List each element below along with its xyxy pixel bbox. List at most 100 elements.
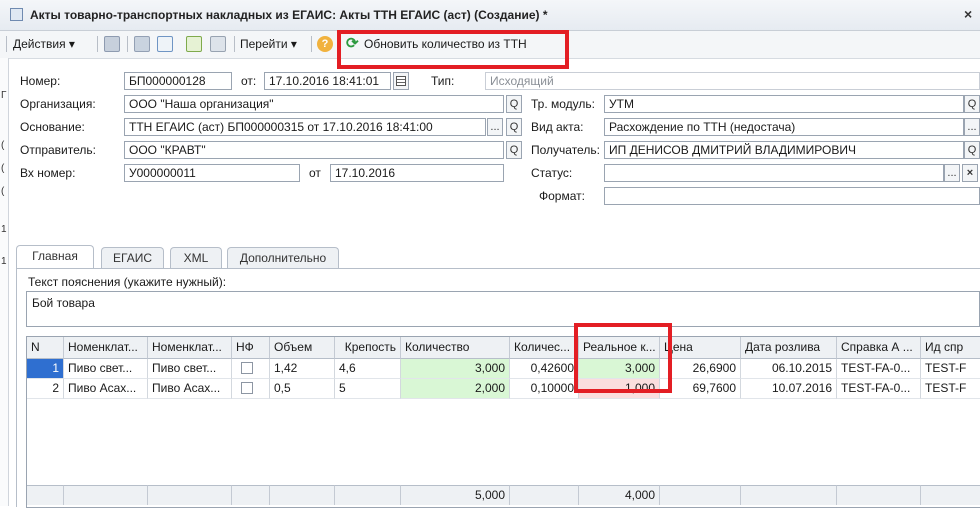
tab-egais[interactable]: ЕГАИС bbox=[101, 247, 164, 269]
tab-additional[interactable]: Дополнительно bbox=[227, 247, 339, 269]
quantity-cell[interactable]: 3,000 bbox=[401, 359, 510, 379]
clear-status-icon[interactable]: × bbox=[962, 164, 978, 182]
format-field[interactable] bbox=[604, 187, 980, 205]
certificate-id-cell[interactable]: TEST-F bbox=[921, 359, 980, 379]
nf-checkbox[interactable] bbox=[241, 362, 253, 374]
sender-label: Отправитель: bbox=[20, 143, 96, 157]
row-number[interactable]: 1 bbox=[27, 359, 64, 379]
quantity2-cell[interactable]: 0,42600 bbox=[510, 359, 579, 379]
column-header[interactable]: Справка А ... bbox=[837, 337, 921, 359]
column-header[interactable]: Цена bbox=[660, 337, 741, 359]
select-status-button[interactable]: ... bbox=[944, 164, 960, 182]
transport-module-field[interactable]: УТМ bbox=[604, 95, 964, 113]
post-icon[interactable] bbox=[134, 36, 150, 52]
column-header[interactable]: N bbox=[27, 337, 64, 359]
table-footer: 5,000 4,000 bbox=[27, 485, 980, 505]
column-header[interactable]: Крепость bbox=[335, 337, 401, 359]
column-header[interactable]: Количес... bbox=[510, 337, 579, 359]
real-quantity-cell[interactable]: 3,000 bbox=[579, 359, 660, 379]
tab-main[interactable]: Главная bbox=[16, 245, 94, 269]
column-header[interactable]: Количество bbox=[401, 337, 510, 359]
certificate-id-cell[interactable]: TEST-F bbox=[921, 379, 980, 399]
strip-char: 1 bbox=[1, 256, 7, 267]
search-icon[interactable]: Q bbox=[964, 141, 980, 159]
search-icon[interactable]: Q bbox=[506, 118, 522, 136]
in-number-label: Вх номер: bbox=[20, 166, 76, 180]
explanation-textarea[interactable]: Бой товара bbox=[26, 291, 980, 327]
nf-checkbox[interactable] bbox=[241, 382, 253, 394]
strength-cell[interactable]: 4,6 bbox=[335, 359, 401, 379]
format-label: Формат: bbox=[539, 189, 585, 203]
nomenclature-cell[interactable]: Пиво Асах... bbox=[64, 379, 148, 399]
bottling-date-cell[interactable]: 06.10.2015 bbox=[741, 359, 837, 379]
column-header[interactable]: Объем bbox=[270, 337, 335, 359]
strip-char: ( bbox=[1, 186, 5, 197]
toolbar-grip bbox=[6, 36, 7, 52]
select-act-type-button[interactable]: ... bbox=[964, 118, 980, 136]
volume-cell[interactable]: 0,5 bbox=[270, 379, 335, 399]
quantity-cell[interactable]: 2,000 bbox=[401, 379, 510, 399]
basis-field[interactable]: ТТН ЕГАИС (аст) БП000000315 от 17.10.201… bbox=[124, 118, 486, 136]
search-icon[interactable]: Q bbox=[964, 95, 980, 113]
column-header[interactable]: Ид спр bbox=[921, 337, 980, 359]
nomenclature-cell[interactable]: Пиво свет... bbox=[64, 359, 148, 379]
strength-cell[interactable]: 5 bbox=[335, 379, 401, 399]
recipient-field[interactable]: ИП ДЕНИСОВ ДМИТРИЙ ВЛАДИМИРОВИЧ bbox=[604, 141, 964, 159]
document-icon bbox=[10, 8, 23, 21]
sender-field[interactable]: ООО "КРАВТ" bbox=[124, 141, 504, 159]
bottling-date-cell[interactable]: 10.07.2016 bbox=[741, 379, 837, 399]
in-number-field[interactable]: У000000011 bbox=[124, 164, 300, 182]
real-quantity-total: 4,000 bbox=[579, 485, 660, 505]
tab-xml[interactable]: XML bbox=[170, 247, 222, 269]
table-row[interactable]: 2 Пиво Асах... Пиво Асах... 0,5 5 2,000 … bbox=[27, 379, 980, 399]
calendar-icon[interactable] bbox=[393, 72, 409, 90]
recipient-label: Получатель: bbox=[531, 143, 600, 157]
close-icon[interactable]: × bbox=[964, 6, 972, 22]
strip-char: ( bbox=[1, 140, 5, 151]
select-basis-button[interactable]: ... bbox=[487, 118, 503, 136]
row-number[interactable]: 2 bbox=[27, 379, 64, 399]
volume-cell[interactable]: 1,42 bbox=[270, 359, 335, 379]
column-header[interactable]: НФ bbox=[232, 337, 270, 359]
nomenclature-cell[interactable]: Пиво Асах... bbox=[148, 379, 232, 399]
report-icon[interactable] bbox=[210, 36, 226, 52]
certificate-a-cell[interactable]: TEST-FA-0... bbox=[837, 379, 921, 399]
real-quantity-cell[interactable]: 1,000 bbox=[579, 379, 660, 399]
goto-menu[interactable]: Перейти ▾ bbox=[240, 37, 297, 51]
toolbar-separator bbox=[97, 36, 98, 52]
column-header[interactable]: Номенклат... bbox=[64, 337, 148, 359]
toolbar-separator bbox=[127, 36, 128, 52]
nf-cell[interactable] bbox=[232, 379, 270, 399]
quantity-total: 5,000 bbox=[401, 485, 510, 505]
column-header[interactable]: Реальное к... bbox=[579, 337, 660, 359]
table-row[interactable]: 1 Пиво свет... Пиво свет... 1,42 4,6 3,0… bbox=[27, 359, 980, 379]
nf-cell[interactable] bbox=[232, 359, 270, 379]
nomenclature-cell[interactable]: Пиво свет... bbox=[148, 359, 232, 379]
quantity2-cell[interactable]: 0,10000 bbox=[510, 379, 579, 399]
goods-table[interactable]: N Номенклат... Номенклат... НФ Объем Кре… bbox=[26, 336, 980, 508]
in-date-field[interactable]: 17.10.2016 bbox=[330, 164, 504, 182]
type-label: Тип: bbox=[431, 74, 455, 88]
price-cell[interactable]: 69,7600 bbox=[660, 379, 741, 399]
act-type-field[interactable]: Расхождение по ТТН (недостача) bbox=[604, 118, 964, 136]
search-icon[interactable]: Q bbox=[506, 95, 522, 113]
status-field[interactable] bbox=[604, 164, 944, 182]
number-label: Номер: bbox=[20, 74, 61, 88]
help-icon[interactable]: ? bbox=[317, 36, 333, 52]
actions-menu[interactable]: Действия ▾ bbox=[13, 37, 75, 51]
refresh-quantity-button[interactable]: Обновить количество из ТТН bbox=[364, 37, 527, 51]
column-header[interactable]: Номенклат... bbox=[148, 337, 232, 359]
act-type-label: Вид акта: bbox=[531, 120, 584, 134]
document-add-icon[interactable] bbox=[186, 36, 202, 52]
number-field[interactable]: БП000000128 bbox=[124, 72, 232, 90]
organization-label: Организация: bbox=[20, 97, 96, 111]
date-field[interactable]: 17.10.2016 18:41:01 bbox=[264, 72, 391, 90]
search-icon[interactable]: Q bbox=[506, 141, 522, 159]
price-cell[interactable]: 26,6900 bbox=[660, 359, 741, 379]
copy-icon[interactable] bbox=[157, 36, 173, 52]
certificate-a-cell[interactable]: TEST-FA-0... bbox=[837, 359, 921, 379]
date-label: от: bbox=[241, 74, 257, 88]
column-header[interactable]: Дата розлива bbox=[741, 337, 837, 359]
save-icon[interactable] bbox=[104, 36, 120, 52]
organization-field[interactable]: ООО "Наша организация" bbox=[124, 95, 504, 113]
